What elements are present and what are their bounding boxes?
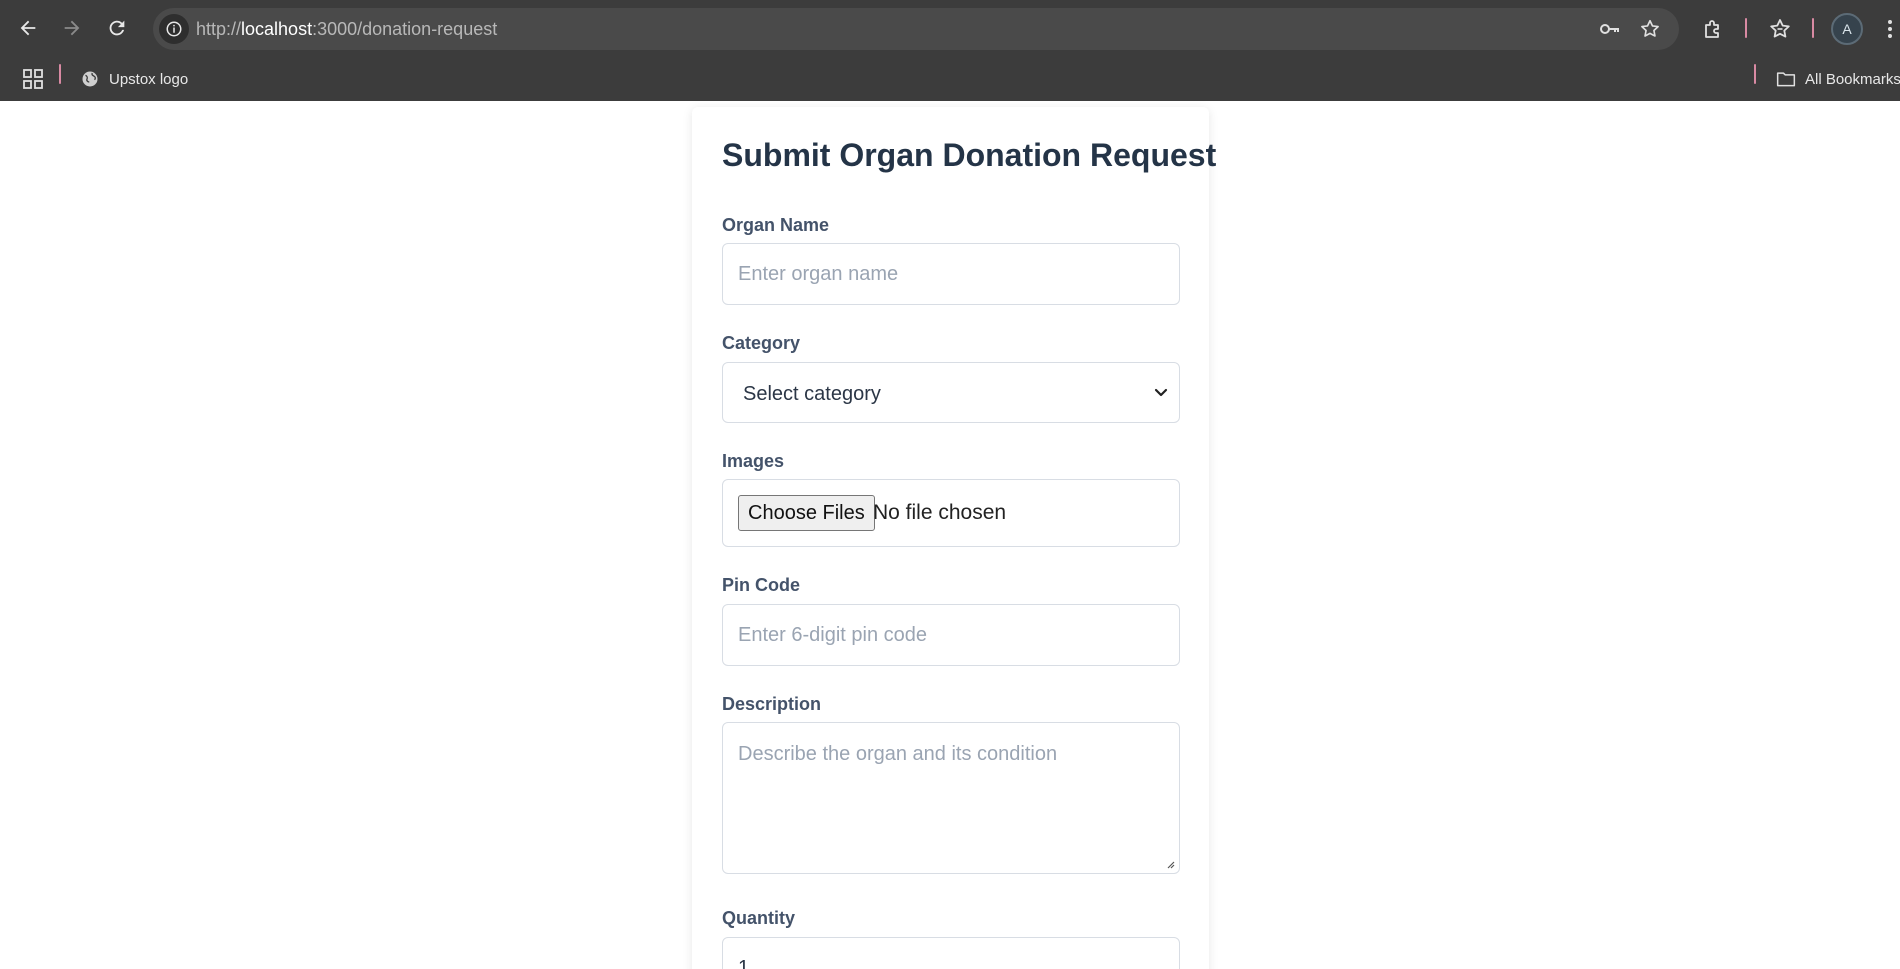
page-title: Submit Organ Donation Request	[722, 137, 1217, 173]
resize-grip-icon[interactable]	[1165, 859, 1175, 869]
apps-grid-icon	[23, 69, 43, 89]
back-button[interactable]	[10, 10, 46, 46]
url-scheme: http://	[196, 19, 242, 39]
toolbar-separator	[1745, 18, 1747, 38]
images-file-field: Choose Files No file chosen	[722, 479, 1180, 547]
star-outline-icon	[1641, 19, 1659, 37]
extensions-button[interactable]	[1699, 15, 1727, 43]
apps-button[interactable]	[20, 66, 46, 92]
reload-button[interactable]	[99, 10, 135, 46]
key-icon	[1600, 24, 1619, 34]
bookmark-label: Upstox logo	[109, 70, 189, 88]
quantity-field	[722, 937, 1180, 969]
quantity-label: Quantity	[722, 908, 796, 928]
bookmarks-separator	[1754, 64, 1756, 84]
quantity-input[interactable]	[723, 938, 1179, 969]
chevron-down-icon	[1154, 388, 1168, 397]
donation-form-card: Submit Organ Donation Request Organ Name…	[692, 107, 1216, 969]
address-bar[interactable]: http://localhost:3000/donation-request	[153, 8, 1679, 50]
url-host: localhost	[241, 19, 313, 39]
description-textarea[interactable]	[723, 723, 1179, 873]
arrow-right-icon	[64, 20, 80, 36]
choose-files-button[interactable]: Choose Files	[738, 495, 875, 531]
pin-code-field	[722, 604, 1180, 666]
organ-name-input[interactable]	[723, 244, 1179, 304]
category-label: Category	[722, 333, 801, 353]
bookmarks-bar: Upstox logo All Bookmarks	[0, 58, 1900, 101]
info-icon	[166, 21, 182, 37]
forward-button[interactable]	[54, 10, 90, 46]
organ-name-field	[722, 243, 1180, 305]
all-bookmarks-button[interactable]: All Bookmarks	[1776, 65, 1900, 93]
url-text[interactable]: http://localhost:3000/donation-request	[196, 19, 497, 40]
puzzle-icon	[1705, 20, 1719, 38]
reading-list-button[interactable]	[1766, 15, 1794, 43]
star-list-icon	[1770, 19, 1790, 38]
bookmarks-separator	[59, 64, 61, 84]
all-bookmarks-label: All Bookmarks	[1805, 70, 1900, 88]
bookmark-item[interactable]: Upstox logo	[80, 65, 188, 93]
category-select[interactable]: Select category	[722, 362, 1180, 423]
category-selected-value: Select category	[743, 383, 881, 405]
bookmark-star-button[interactable]	[1638, 17, 1662, 41]
pin-code-label: Pin Code	[722, 575, 801, 595]
url-path: :3000/donation-request	[312, 19, 498, 39]
password-key-button[interactable]	[1598, 17, 1622, 41]
file-status-text: No file chosen	[873, 501, 1007, 524]
description-label: Description	[722, 694, 822, 714]
arrow-left-icon	[20, 20, 36, 36]
browser-chrome: http://localhost:3000/donation-request A…	[0, 0, 1900, 101]
folder-icon	[1776, 69, 1796, 89]
page-content: Submit Organ Donation Request Organ Name…	[0, 101, 1900, 969]
pin-code-input[interactable]	[723, 605, 1179, 665]
reload-icon	[109, 20, 125, 36]
images-label: Images	[722, 451, 785, 471]
site-info-button[interactable]	[159, 14, 189, 44]
profile-avatar[interactable]: A	[1831, 13, 1863, 45]
description-field	[722, 722, 1180, 874]
browser-toolbar: http://localhost:3000/donation-request A	[0, 0, 1900, 58]
organ-name-label: Organ Name	[722, 215, 830, 235]
browser-menu-button[interactable]	[1880, 15, 1900, 43]
globe-icon	[80, 69, 100, 89]
kebab-menu-icon	[1888, 20, 1892, 38]
toolbar-separator	[1812, 18, 1814, 38]
